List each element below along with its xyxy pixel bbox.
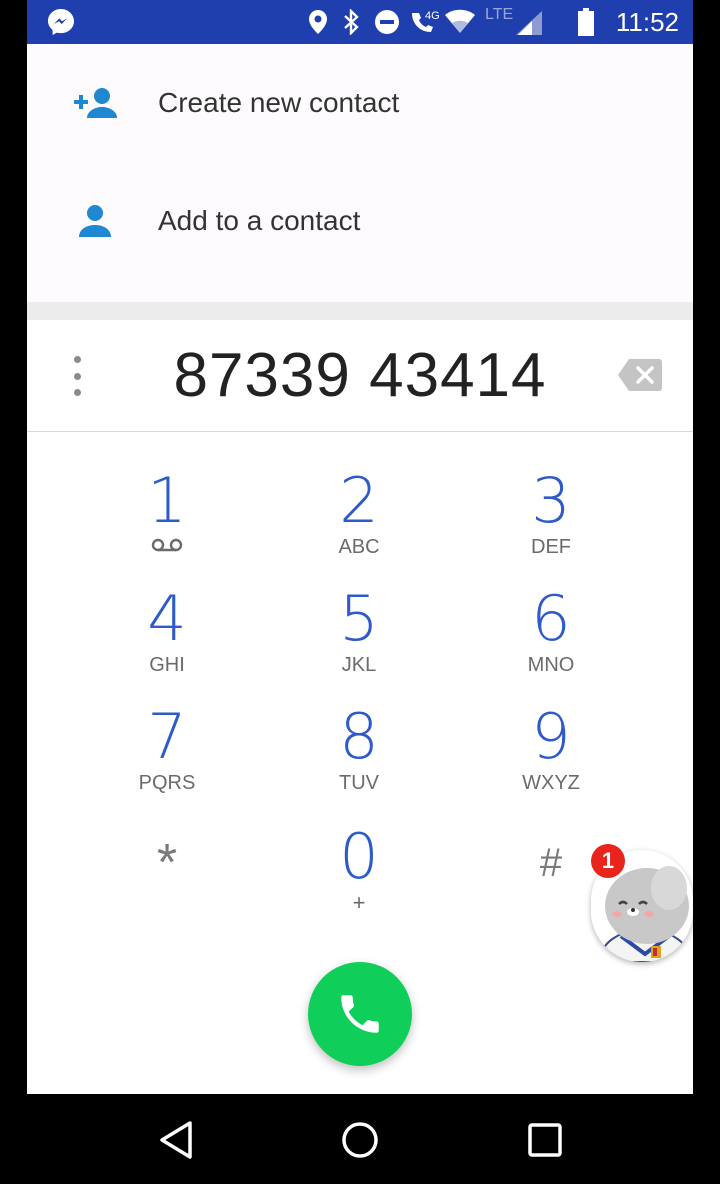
dial-key-digit: 7 <box>147 700 187 773</box>
create-new-contact-label: Create new contact <box>158 87 400 118</box>
dial-key-digit: 8 <box>339 700 379 773</box>
dial-key-6[interactable]: 6 MNO <box>476 586 626 690</box>
dial-key-letters: MNO <box>527 654 575 676</box>
dial-key-3[interactable]: 3 DEF <box>476 468 626 572</box>
recents-icon[interactable] <box>521 1116 569 1164</box>
bluetooth-icon <box>341 0 361 44</box>
overflow-menu-icon[interactable] <box>65 356 89 396</box>
phone-icon <box>341 995 379 1033</box>
dial-key-digit: 2 <box>339 464 379 537</box>
dial-key-7[interactable]: 7 PQRS <box>92 704 242 808</box>
cell-signal-icon: LTE <box>485 0 545 44</box>
dial-key-letters: + <box>352 890 366 915</box>
messenger-icon <box>43 0 79 44</box>
dial-key-9[interactable]: 9 WXYZ <box>476 704 626 808</box>
dial-key-letters: JKL <box>341 654 377 676</box>
status-bar: 4G LTE 11:52 <box>27 0 693 44</box>
dial-key-star[interactable]: * <box>92 830 242 934</box>
back-icon[interactable] <box>152 1116 200 1164</box>
wifi-calling-icon: 4G <box>407 0 441 44</box>
dial-key-digit: 5 <box>339 582 379 655</box>
backspace-icon[interactable] <box>617 358 665 394</box>
dial-key-5[interactable]: 5 JKL <box>284 586 434 690</box>
clock: 11:52 <box>615 7 679 37</box>
add-person-icon <box>71 83 119 123</box>
dial-key-letters: PQRS <box>138 772 196 794</box>
dial-key-digit: 4 <box>147 582 187 655</box>
notification-badge: 1 <box>591 844 625 878</box>
home-icon[interactable] <box>336 1116 384 1164</box>
voicemail-icon <box>151 538 183 552</box>
dial-key-1[interactable]: 1 <box>92 468 242 572</box>
person-icon <box>71 201 119 241</box>
battery-icon <box>575 0 597 44</box>
dial-key-digit: 6 <box>531 582 571 655</box>
svg-text:4G: 4G <box>425 10 440 22</box>
dial-key-digit: 3 <box>531 464 571 537</box>
digits-row: 87339 43414 <box>27 320 693 432</box>
dial-key-letters: WXYZ <box>522 772 580 794</box>
do-not-disturb-icon <box>373 0 401 44</box>
dial-key-2[interactable]: 2 ABC <box>284 468 434 572</box>
divider <box>27 302 693 320</box>
suggestion-list: Create new contact Add to a contact <box>27 44 693 302</box>
wifi-icon <box>443 0 477 44</box>
lte-label: LTE <box>485 6 514 23</box>
dial-key-symbol: * <box>156 834 178 892</box>
dial-key-digit: 9 <box>531 700 571 773</box>
dial-key-letters: GHI <box>149 654 185 676</box>
create-new-contact-item[interactable]: Create new contact <box>27 44 693 162</box>
chat-head-bubble[interactable]: 1 <box>589 844 697 962</box>
add-to-contact-item[interactable]: Add to a contact <box>27 162 693 280</box>
dial-key-letters: TUV <box>339 772 379 794</box>
navigation-bar <box>0 1094 720 1184</box>
dial-key-4[interactable]: 4 GHI <box>92 586 242 690</box>
dial-key-digit: 1 <box>147 464 187 537</box>
dial-key-8[interactable]: 8 TUV <box>284 704 434 808</box>
dial-key-letters: ABC <box>338 536 380 558</box>
dial-key-letters: DEF <box>531 536 571 558</box>
dialed-number[interactable]: 87339 43414 <box>27 320 693 432</box>
call-button[interactable] <box>308 962 412 1066</box>
dial-key-0[interactable]: 0 + <box>284 824 434 928</box>
dial-key-digit: 0 <box>339 820 379 893</box>
location-icon <box>307 0 329 44</box>
add-to-contact-label: Add to a contact <box>158 205 361 236</box>
